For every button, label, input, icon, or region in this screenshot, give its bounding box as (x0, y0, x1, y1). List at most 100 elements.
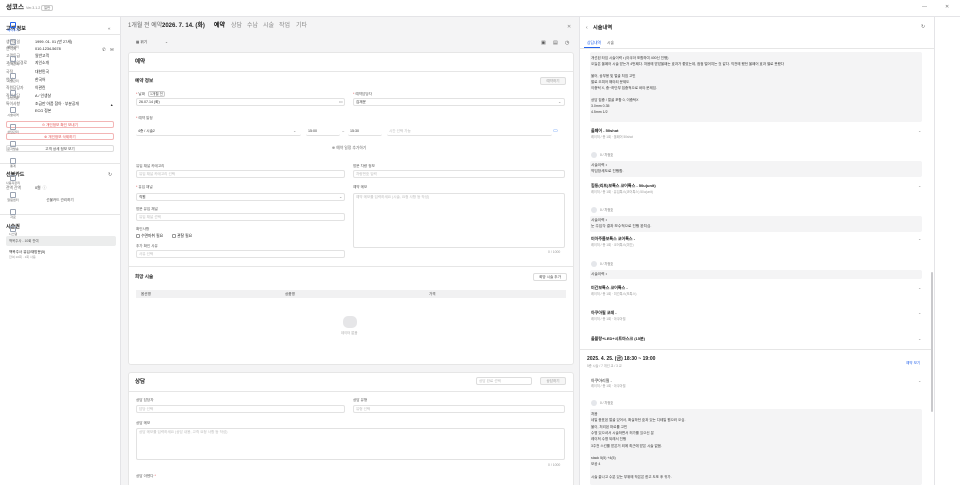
staff-select[interactable]: 김재운 (353, 98, 565, 106)
tab-consult-history[interactable]: 상담내역 (587, 41, 601, 46)
consult-agenda-label: 상담 아젠다 * (136, 474, 156, 478)
nav-history[interactable]: 시술내역 (0, 107, 26, 118)
history-item-name[interactable]: 올블랑+LED+시트마스크 (15분) (591, 336, 645, 341)
chevron-down-icon[interactable]: ⌄ (918, 236, 921, 241)
note-text2: 약임장세도로 진행함. (591, 169, 624, 173)
visit-memo-line: 처음 (591, 412, 598, 416)
observe-checkbox[interactable]: 관찰 필요 (172, 234, 192, 239)
phone-icon[interactable]: ✆ (102, 47, 106, 53)
chevron-down-icon: ⌄ (293, 128, 297, 133)
history-item-name[interactable]: 힘동(리프)보톡스 코어톡스 - 50u(unit) (591, 183, 656, 188)
view-select[interactable]: ▦ 위기 ⌄ (134, 39, 178, 47)
visit-memo-line: 레이져 수명 되레서 진행 (591, 437, 627, 442)
nav-calendar[interactable]: 예약관리 (0, 39, 26, 50)
tab-2[interactable]: 수납 (247, 23, 258, 31)
plan-badge: 일반 (41, 5, 54, 12)
room-select[interactable]: 4층 / 시술2 (136, 128, 301, 136)
avatar (591, 400, 597, 406)
ticket-group-header[interactable]: 백옥주사 - 10회 잔여 (6, 236, 116, 246)
staff-label: * 예약담당자 (353, 92, 372, 96)
collapse-icon[interactable]: « (108, 26, 111, 32)
print-icon[interactable]: ▤ (553, 40, 558, 46)
visit-item-sub: 레이저 / 총 1회 · 아쿠아필 (591, 384, 626, 388)
chevron-down-icon[interactable]: ⌄ (918, 285, 921, 290)
tab-0[interactable]: 예약 (214, 23, 225, 31)
visit-memo-line: 네일 증표된 얼굴 있어서, 확실하던 효과 있는 디테일 원으러 오심. (591, 418, 686, 423)
calendar-icon[interactable]: ▭ (553, 128, 558, 134)
nav-chart[interactable]: 통계 (0, 158, 26, 169)
consult-type-select[interactable]: 유형 선택 (353, 405, 565, 413)
sedation-checkbox[interactable]: 수면마취 필요 (136, 234, 163, 239)
nav-label: 알림센터 (7, 198, 19, 202)
nav-user[interactable]: 고객관리 (0, 56, 26, 67)
col-price: 가격 (429, 292, 436, 296)
add-wish-treatment-button[interactable]: 희망 시술 추가 (533, 273, 567, 281)
date-hint-chip[interactable]: 1개월 전 (148, 91, 165, 97)
tab-3[interactable]: 시술 (263, 23, 274, 31)
empty-box-icon (343, 316, 357, 328)
chevron-down-icon[interactable]: ⌄ (918, 378, 921, 383)
nav-plus[interactable]: 예약추가 (0, 22, 26, 33)
view-reservation-link[interactable]: 예약 보기 (906, 361, 920, 365)
tab-1[interactable]: 상담 (231, 23, 242, 31)
chevron-down-icon[interactable]: ⌄ (918, 336, 921, 341)
visit-item-name[interactable]: 아쿠아리필 - (591, 378, 612, 383)
history-item-name[interactable]: 아쿠아필 코레 - (591, 310, 617, 315)
calendar-icon[interactable]: ▭ (339, 99, 343, 104)
nav-chat[interactable]: 상담관리 (0, 124, 26, 135)
wish-treatment-title: 희망 시술 (135, 274, 154, 279)
image-icon[interactable]: ▣ (541, 40, 546, 46)
history-item-name[interactable]: 미간보톡스 코어톡스 - (591, 285, 628, 290)
nav-bell[interactable]: 알림센터 (0, 192, 26, 203)
consult-staff-select[interactable]: 담당 선택 (136, 405, 345, 413)
memo-line: 팔로 오피어 해야되 문제도 (591, 80, 630, 84)
tab-treatment[interactable]: 시술 (607, 41, 614, 46)
history-item-sub: 레이저 / 총 1회 · 유입톡스(코어톡스) 50u(unit) (591, 190, 653, 194)
chevron-down-icon[interactable]: ⌄ (918, 310, 921, 315)
memo-textarea[interactable]: 예약 메모를 입력하세요 (시술, 요청 사항 등 작성) (353, 193, 565, 248)
close-icon[interactable]: ✕ (945, 4, 949, 10)
chevron-down-icon[interactable]: ⌄ (918, 183, 921, 188)
memo-line: 이중턱 X, 중~하단부 집중적으로 써야 문제임. (591, 86, 657, 90)
history-item-name[interactable]: 미아주름보톡스 코어톡스 - (591, 236, 635, 241)
close-icon[interactable]: ✕ (567, 24, 571, 30)
refresh-icon[interactable]: ↻ (108, 172, 112, 178)
back-icon[interactable]: ‹ (586, 25, 588, 31)
nav-message[interactable]: 문자발송 (0, 141, 26, 152)
nav-users[interactable]: 사용자관리 (0, 175, 26, 186)
vehicle-input[interactable]: 차량번호 입력 (353, 170, 565, 178)
history-item-name[interactable]: 올페어 - 50shot (591, 128, 619, 133)
history-title: 시술내역 (593, 25, 613, 31)
nav-file[interactable]: 자료 (0, 209, 26, 220)
reserve-save-button[interactable]: 예약하기 (540, 77, 566, 85)
ticket-item-name[interactable]: 백옥주사 유입/재방문(5) (9, 250, 45, 254)
minimize-icon[interactable]: — (922, 4, 927, 10)
time-from-input[interactable]: 15:00 (306, 128, 340, 136)
scrollbar[interactable] (931, 272, 933, 412)
nav-payment[interactable]: 수납현황 (0, 90, 26, 101)
caret-up-icon[interactable]: ▲ (110, 103, 113, 107)
tab-4[interactable]: 작업 (279, 23, 290, 31)
tab-5[interactable]: 기타 (296, 23, 307, 31)
nav-treatment[interactable]: 시술관리 (0, 73, 26, 84)
reason-select[interactable]: 사유 선택 (136, 250, 345, 258)
time-to-input[interactable]: 15:30 (348, 128, 382, 136)
nav-label: 수납현황 (7, 96, 19, 100)
refresh-icon[interactable]: ↻ (921, 24, 925, 30)
channel-category-select[interactable]: 유입 채널 카테고리 선택 (136, 170, 345, 178)
nav-settings[interactable]: 시스템 (0, 226, 26, 237)
history-icon[interactable]: ◷ (565, 40, 569, 46)
date-input[interactable]: 26.07.14 (화) (136, 98, 345, 106)
time-extra-input[interactable]: 시간 선택 가능 (387, 128, 552, 136)
nav-sidebar (934, 17, 960, 485)
consult-status-select[interactable]: 상담 완료 선택 (476, 377, 532, 385)
visit-memo-line: 3주전 스킨를 받은거 외에 최근에 받은 시술 없음. (591, 443, 662, 448)
add-schedule-link[interactable]: ⊕ 예약 일정 추가하기 (332, 146, 366, 151)
avatar (591, 152, 597, 158)
message-icon[interactable]: ✉ (110, 47, 114, 53)
chevron-down-icon[interactable]: ⌄ (918, 128, 921, 133)
channel-select[interactable]: 직원 (136, 193, 345, 201)
consult-memo-textarea[interactable]: 상담 메모를 입력하세요 (상담 내용, 고객 요청 사항 등 작성) (136, 428, 565, 460)
visit-channel-select[interactable]: 유입 채널 선택 (136, 213, 345, 221)
consult-save-button[interactable]: 상담하기 (540, 377, 566, 385)
